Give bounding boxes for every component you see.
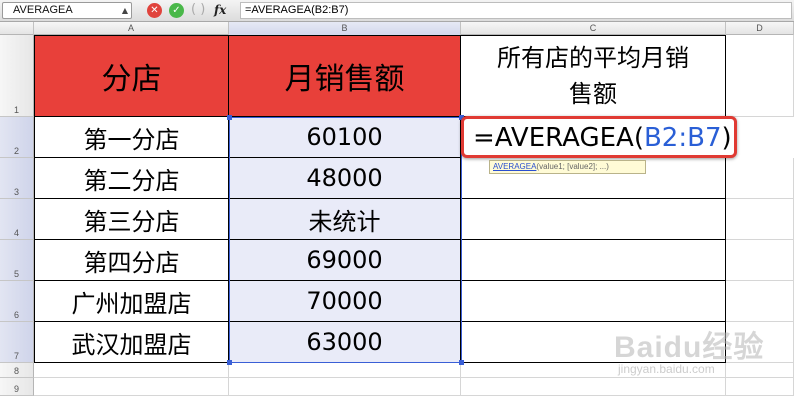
cell-a5[interactable]: 第四分店 bbox=[34, 240, 229, 281]
cell-d9[interactable] bbox=[726, 378, 794, 396]
cell-a9[interactable] bbox=[34, 378, 229, 396]
cell-b2[interactable]: 60100 bbox=[229, 117, 461, 158]
cell-d3[interactable] bbox=[726, 158, 794, 199]
tooltip-args: (value1; [value2]; ...) bbox=[536, 162, 609, 171]
column-header-c[interactable]: C bbox=[461, 22, 726, 35]
cell-d4[interactable] bbox=[726, 199, 794, 240]
cell-c1[interactable]: 所有店的平均月销售额 bbox=[461, 35, 726, 117]
column-header-a[interactable]: A bbox=[34, 22, 229, 35]
row-header-9[interactable]: 9 bbox=[0, 378, 34, 396]
function-tooltip: AVERAGEA(value1; [value2]; ...) bbox=[489, 160, 646, 174]
row-header-3[interactable]: 3 bbox=[0, 158, 34, 199]
range-handle-bottom-right[interactable] bbox=[459, 360, 464, 365]
cell-a7[interactable]: 武汉加盟店 bbox=[34, 322, 229, 363]
cell-d5[interactable] bbox=[726, 240, 794, 281]
row-header-6[interactable]: 6 bbox=[0, 281, 34, 322]
baidu-watermark-logo: Baidu经验 bbox=[614, 331, 765, 364]
cell-b8[interactable] bbox=[229, 363, 461, 378]
row-header-5[interactable]: 5 bbox=[0, 240, 34, 281]
cell-b3[interactable]: 48000 bbox=[229, 158, 461, 199]
insert-function-button[interactable]: fx bbox=[214, 2, 236, 19]
cell-d6[interactable] bbox=[726, 281, 794, 322]
cell-a4[interactable]: 第三分店 bbox=[34, 199, 229, 240]
formula-bar: AVERAGEA ▲ ✕ ✓ ( ) fx =AVERAGEA(B2:B7) bbox=[0, 0, 794, 22]
column-header-d[interactable]: D bbox=[726, 22, 794, 35]
cell-b9[interactable] bbox=[229, 378, 461, 396]
confirm-icon[interactable]: ✓ bbox=[169, 3, 184, 18]
cell-c6[interactable] bbox=[461, 281, 726, 322]
cell-a1[interactable]: 分店 bbox=[34, 35, 229, 117]
cell-c5[interactable] bbox=[461, 240, 726, 281]
cell-c9[interactable] bbox=[461, 378, 726, 396]
tooltip-function-link[interactable]: AVERAGEA bbox=[493, 162, 536, 171]
row-header-2[interactable]: 2 bbox=[0, 117, 34, 158]
select-all-corner[interactable] bbox=[0, 22, 34, 35]
cell-a2[interactable]: 第一分店 bbox=[34, 117, 229, 158]
cell-b1[interactable]: 月销售额 bbox=[229, 35, 461, 117]
column-header-row: A B C D bbox=[0, 22, 794, 35]
cell-c4[interactable] bbox=[461, 199, 726, 240]
cell-b5[interactable]: 69000 bbox=[229, 240, 461, 281]
row-header-8[interactable]: 8 bbox=[0, 363, 34, 378]
column-header-b[interactable]: B bbox=[229, 22, 461, 35]
baidu-watermark-url: jingyan.baidu.com bbox=[618, 362, 715, 376]
cell-c2-formula[interactable]: =AVERAGEA(B2:B7) bbox=[473, 119, 732, 157]
row-header-1[interactable]: 1 bbox=[0, 35, 34, 117]
formula-suffix: ) bbox=[721, 123, 732, 153]
range-handle-bottom-left[interactable] bbox=[227, 360, 232, 365]
cell-d1[interactable] bbox=[726, 35, 794, 117]
cell-a3[interactable]: 第二分店 bbox=[34, 158, 229, 199]
row-header-4[interactable]: 4 bbox=[0, 199, 34, 240]
range-handle-top-left[interactable] bbox=[227, 115, 232, 120]
row-header-7[interactable]: 7 bbox=[0, 322, 34, 363]
formula-input[interactable]: =AVERAGEA(B2:B7) bbox=[240, 2, 792, 19]
name-box-dropdown-icon[interactable]: ▲ bbox=[120, 4, 130, 17]
cancel-icon[interactable]: ✕ bbox=[147, 3, 162, 18]
cell-a8[interactable] bbox=[34, 363, 229, 378]
cell-b4[interactable]: 未统计 bbox=[229, 199, 461, 240]
cell-b6[interactable]: 70000 bbox=[229, 281, 461, 322]
formula-prefix: =AVERAGEA( bbox=[473, 123, 644, 153]
formula-range-reference: B2:B7 bbox=[643, 123, 722, 153]
cell-a6[interactable]: 广州加盟店 bbox=[34, 281, 229, 322]
cell-b7[interactable]: 63000 bbox=[229, 322, 461, 363]
name-box[interactable]: AVERAGEA bbox=[2, 2, 132, 19]
separator-icon: ( ) bbox=[191, 2, 206, 17]
